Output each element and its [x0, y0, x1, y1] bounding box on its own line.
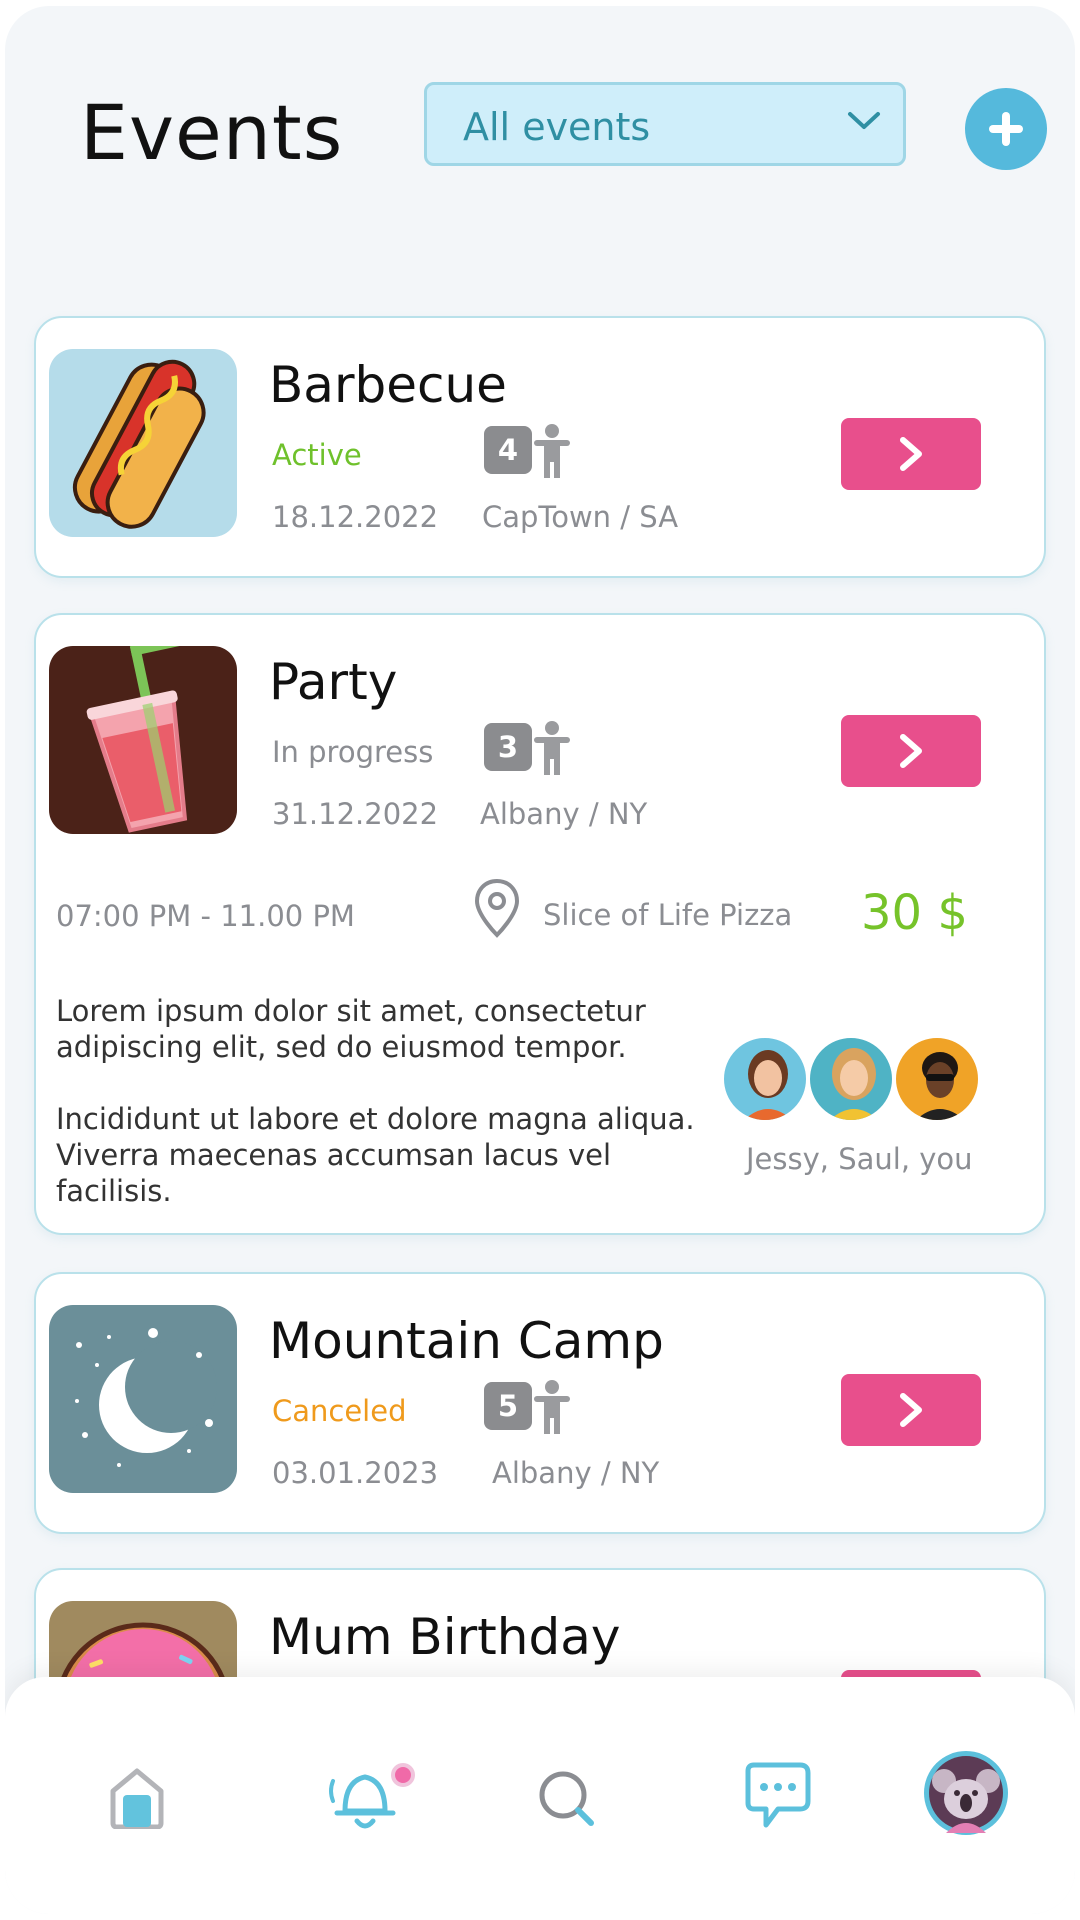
app-screen: Events All events Barbecue Active 4 18.1… [5, 6, 1075, 1914]
person-icon [534, 1380, 570, 1434]
event-price: 30 $ [861, 885, 968, 941]
bottom-navigation [5, 1677, 1075, 1914]
event-date: 03.01.2023 [272, 1456, 439, 1490]
avatar [893, 1035, 981, 1123]
event-status: In progress [272, 735, 434, 769]
event-venue: Slice of Life Pizza [543, 898, 793, 932]
event-name: Party [269, 653, 398, 711]
participant-count: 4 [484, 426, 532, 474]
chevron-down-icon [848, 112, 880, 129]
open-event-button[interactable] [841, 1374, 981, 1446]
event-status: Active [272, 438, 362, 472]
chat-icon[interactable] [740, 1761, 814, 1833]
avatar [721, 1035, 809, 1123]
event-time: 07:00 PM - 11.00 PM [56, 899, 355, 933]
profile-avatar[interactable] [922, 1749, 1010, 1837]
location-pin-icon [474, 878, 520, 938]
home-icon[interactable] [107, 1765, 167, 1829]
participant-count: 3 [484, 723, 532, 771]
open-event-button[interactable] [841, 418, 981, 490]
event-status: Canceled [272, 1394, 407, 1428]
participant-count: 5 [484, 1382, 532, 1430]
event-name: Mountain Camp [269, 1312, 664, 1370]
event-location: CapTown / SA [482, 500, 679, 534]
person-icon [534, 424, 570, 478]
description-paragraph: Incididunt ut labore et dolore magna ali… [56, 1102, 695, 1208]
event-card-expanded[interactable]: Party In progress 3 31.12.2022 Albany / … [34, 613, 1046, 1235]
hotdog-icon [49, 349, 237, 537]
open-event-button[interactable] [841, 715, 981, 787]
event-location: Albany / NY [480, 797, 648, 831]
moon-icon [49, 1305, 237, 1493]
bell-icon[interactable] [323, 1761, 415, 1833]
chevron-right-icon [900, 1393, 922, 1427]
chevron-right-icon [900, 734, 922, 768]
event-card[interactable]: Mountain Camp Canceled 5 03.01.2023 Alba… [34, 1272, 1046, 1534]
event-name: Mum Birthday [269, 1608, 621, 1666]
attendee-avatars[interactable] [721, 1035, 991, 1125]
event-description: Lorem ipsum dolor sit amet, consectetur … [56, 993, 756, 1209]
search-icon[interactable] [537, 1769, 595, 1827]
event-card[interactable]: Barbecue Active 4 18.12.2022 CapTown / S… [34, 316, 1046, 578]
event-filter-dropdown[interactable]: All events [424, 82, 906, 166]
person-icon [534, 721, 570, 775]
event-date: 31.12.2022 [272, 797, 439, 831]
drink-cup-icon [49, 646, 237, 834]
filter-selected-value: All events [463, 105, 651, 149]
chevron-right-icon [900, 437, 922, 471]
attendee-names: Jessy, Saul, you [746, 1142, 973, 1176]
event-location: Albany / NY [492, 1456, 660, 1490]
page-title: Events [80, 88, 344, 177]
avatar [807, 1035, 895, 1123]
plus-icon [989, 112, 1023, 146]
event-name: Barbecue [269, 356, 507, 414]
event-date: 18.12.2022 [272, 500, 439, 534]
add-event-button[interactable] [965, 88, 1047, 170]
description-paragraph: Lorem ipsum dolor sit amet, consectetur … [56, 994, 646, 1064]
